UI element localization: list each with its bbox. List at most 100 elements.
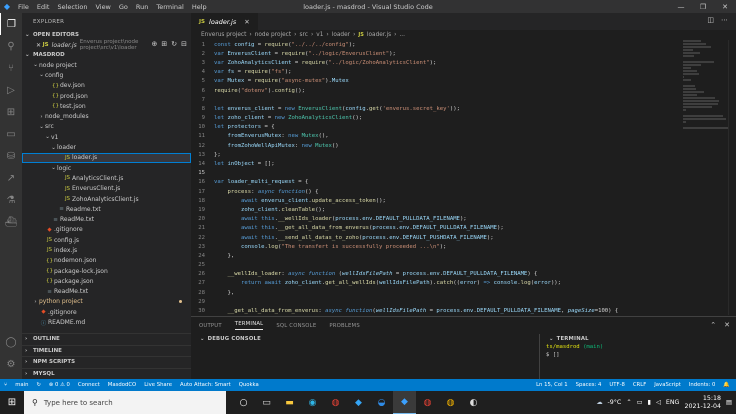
- breadcrumb-item[interactable]: loader.js: [367, 32, 391, 38]
- close-button[interactable]: ✕: [714, 0, 736, 13]
- app-icon[interactable]: ◒: [370, 391, 393, 414]
- tree-file[interactable]: JS EnverusClient.js: [22, 184, 191, 194]
- code-line[interactable]: 4 var fs = require("fs");: [191, 68, 671, 77]
- menu-run[interactable]: Run: [132, 3, 152, 11]
- windows-start-icon[interactable]: ⊞: [0, 391, 24, 414]
- encoding[interactable]: UTF-8: [609, 382, 624, 388]
- code-line[interactable]: 24 },: [191, 251, 671, 260]
- tree-file[interactable]: JS ZohoAnalyticsClient.js: [22, 194, 191, 204]
- code-line[interactable]: 21 await this. __get_all_data_from_enveru…: [191, 224, 671, 233]
- code-line[interactable]: 13};: [191, 150, 671, 159]
- tab-terminal[interactable]: TERMINAL: [234, 321, 264, 330]
- search-icon[interactable]: ⚲: [0, 35, 22, 57]
- editor-scrollbar[interactable]: [728, 40, 736, 315]
- app-icon[interactable]: ◆: [347, 391, 370, 414]
- tree-folder[interactable]: ⌄ config: [22, 70, 191, 80]
- chevron-up-icon[interactable]: ⌃: [626, 399, 631, 406]
- tree-file[interactable]: ◆ .gitignore: [22, 307, 191, 317]
- tree-file[interactable]: ≡ ReadMe.txt: [22, 287, 191, 297]
- settings-gear-icon[interactable]: ⚙: [0, 353, 22, 375]
- menu-edit[interactable]: Edit: [33, 3, 54, 11]
- run-debug-icon[interactable]: ▷: [0, 79, 22, 101]
- code-line[interactable]: 11 fromEnverusMutex: new Mutex (),: [191, 132, 671, 141]
- tree-file[interactable]: ≡ ReadMe.txt: [22, 214, 191, 224]
- tree-file[interactable]: ◆ .gitignore: [22, 225, 191, 235]
- refresh-icon[interactable]: ↻: [171, 40, 177, 48]
- code-line[interactable]: 6 require("dotenv"). config ();: [191, 86, 671, 95]
- menu-help[interactable]: Help: [188, 3, 211, 11]
- tree-file[interactable]: {} test.json: [22, 101, 191, 111]
- close-icon[interactable]: ✕: [244, 18, 249, 26]
- split-editor-icon[interactable]: ◫: [707, 16, 714, 24]
- code-line[interactable]: 19 zoho_client. cleanTable ();: [191, 205, 671, 214]
- terminal-input-line[interactable]: $ []: [540, 351, 736, 359]
- tree-file[interactable]: {} package.json: [22, 276, 191, 286]
- breadcrumb-item[interactable]: loader: [332, 32, 350, 38]
- tree-file[interactable]: JS loader.js: [22, 152, 191, 163]
- new-file-icon[interactable]: ⊕: [152, 40, 158, 48]
- network-icon[interactable]: ▭: [637, 399, 643, 406]
- breadcrumb-item[interactable]: src: [299, 32, 307, 38]
- tree-folder[interactable]: ⌄ loader: [22, 142, 191, 152]
- code-editor[interactable]: 1 const config = require("../../../config…: [191, 40, 671, 316]
- code-line[interactable]: 15: [191, 169, 671, 178]
- tab-loader-js[interactable]: JS loader.js ✕: [191, 13, 258, 30]
- testing-icon[interactable]: ⚗: [0, 189, 22, 211]
- tree-folder[interactable]: ⌄ logic: [22, 163, 191, 173]
- tree-file[interactable]: JS AnalyticsClient.js: [22, 173, 191, 183]
- menu-go[interactable]: Go: [115, 3, 132, 11]
- breadcrumb-item[interactable]: ...: [399, 32, 405, 38]
- chrome-icon[interactable]: ◍: [324, 391, 347, 414]
- code-line[interactable]: 28 },: [191, 288, 671, 297]
- database-icon[interactable]: ⛁: [0, 145, 22, 167]
- tree-file[interactable]: JS index.js: [22, 245, 191, 255]
- database-connection[interactable]: MasdodCO: [108, 382, 136, 388]
- code-line[interactable]: 23 console. log("The transfert is success…: [191, 242, 671, 251]
- more-actions-icon[interactable]: ⋯: [721, 16, 728, 24]
- menu-file[interactable]: File: [14, 3, 33, 11]
- outline-section[interactable]: › OUTLINE: [22, 333, 191, 345]
- clock[interactable]: 15:18 2021-12-04: [684, 395, 721, 411]
- code-line[interactable]: 7: [191, 95, 671, 104]
- sync-icon[interactable]: ↻: [36, 382, 40, 388]
- code-line[interactable]: 1 const config = require("../../../config…: [191, 40, 671, 49]
- edge-icon[interactable]: ◉: [301, 391, 324, 414]
- app-icon[interactable]: ◐: [462, 391, 485, 414]
- tab-problems[interactable]: PROBLEMS: [329, 323, 360, 329]
- quokka-button[interactable]: Quokka: [239, 382, 259, 388]
- weather-temperature[interactable]: -9°C: [607, 399, 621, 406]
- collapse-all-icon[interactable]: ⊟: [181, 40, 187, 48]
- code-line[interactable]: 8 let enverus_client = new EnverusClient(…: [191, 104, 671, 113]
- widgets-icon[interactable]: ▭: [255, 391, 278, 414]
- menu-view[interactable]: View: [91, 3, 114, 11]
- language-mode[interactable]: JavaScript: [654, 382, 681, 388]
- menu-selection[interactable]: Selection: [53, 3, 91, 11]
- live-share-icon[interactable]: ↗: [0, 167, 22, 189]
- problems-count[interactable]: ⊗ 0 ⚠ 0: [49, 382, 70, 388]
- code-line[interactable]: 3 var ZohoAnalyticsClient = require("../l…: [191, 58, 671, 67]
- extensions-icon[interactable]: ⊞: [0, 101, 22, 123]
- code-line[interactable]: 26 __wellIds_loader: async function (wel…: [191, 270, 671, 279]
- tree-folder[interactable]: › node_modules: [22, 111, 191, 121]
- breadcrumb-item[interactable]: Enverus project: [201, 32, 246, 38]
- code-line[interactable]: 25: [191, 261, 671, 270]
- tree-file[interactable]: ≡ Readme.txt: [22, 204, 191, 214]
- source-control-icon[interactable]: ⑂: [0, 57, 22, 79]
- minimize-button[interactable]: —: [670, 0, 692, 13]
- tree-folder[interactable]: ⌄ src: [22, 122, 191, 132]
- cursor-position[interactable]: Ln 15, Col 1: [536, 382, 568, 388]
- close-panel-icon[interactable]: ✕: [724, 321, 730, 329]
- code-line[interactable]: 12 fromZohoWellApiMutex: new Mutex(): [191, 141, 671, 150]
- git-branch[interactable]: main: [15, 382, 28, 388]
- tree-file[interactable]: {} dev.json: [22, 81, 191, 91]
- chrome-icon[interactable]: ◍: [439, 391, 462, 414]
- tree-folder[interactable]: ⌄ v1: [22, 132, 191, 142]
- taskbar-search[interactable]: ⚲ Type here to search: [24, 391, 226, 414]
- tree-file[interactable]: {} nodemon.json: [22, 256, 191, 266]
- tree-folder[interactable]: ⌄ node project: [22, 60, 191, 70]
- tab-sql-console[interactable]: SQL CONSOLE: [276, 323, 316, 329]
- tree-folder[interactable]: › python project: [22, 297, 191, 307]
- live-share-button[interactable]: Live Share: [144, 382, 172, 388]
- new-folder-icon[interactable]: ⊞: [161, 40, 167, 48]
- line-ending[interactable]: CRLF: [633, 382, 646, 388]
